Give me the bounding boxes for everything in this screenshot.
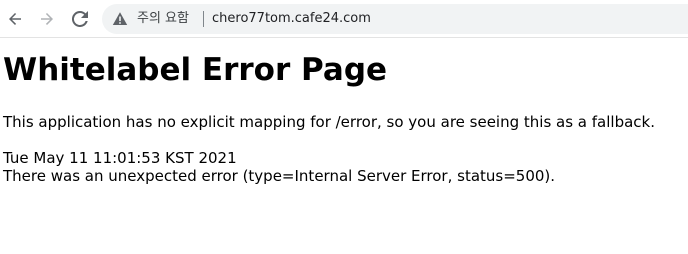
reload-icon [72, 11, 88, 27]
error-timestamp: Tue May 11 11:01:53 KST 2021 [3, 149, 237, 167]
back-button[interactable] [4, 8, 26, 30]
error-explanation: This application has no explicit mapping… [3, 113, 655, 131]
forward-arrow-icon [41, 13, 53, 25]
page-title: Whitelabel Error Page [3, 52, 388, 88]
page-content: Whitelabel Error Page This application h… [3, 50, 683, 185]
warning-icon[interactable] [112, 11, 128, 27]
error-message: There was an unexpected error (type=Inte… [3, 167, 556, 185]
security-status-label[interactable]: 주의 요함 [137, 10, 189, 28]
back-arrow-icon [9, 13, 21, 25]
forward-button[interactable] [36, 8, 58, 30]
url-text[interactable]: chero77tom.cafe24.com [212, 10, 371, 28]
address-separator [203, 11, 204, 27]
error-details: Tue May 11 11:01:53 KST 2021 There was a… [3, 149, 555, 185]
address-bar[interactable]: 주의 요함 chero77tom.cafe24.com [102, 4, 688, 34]
reload-button[interactable] [69, 8, 91, 30]
browser-toolbar: 주의 요함 chero77tom.cafe24.com [0, 0, 688, 38]
